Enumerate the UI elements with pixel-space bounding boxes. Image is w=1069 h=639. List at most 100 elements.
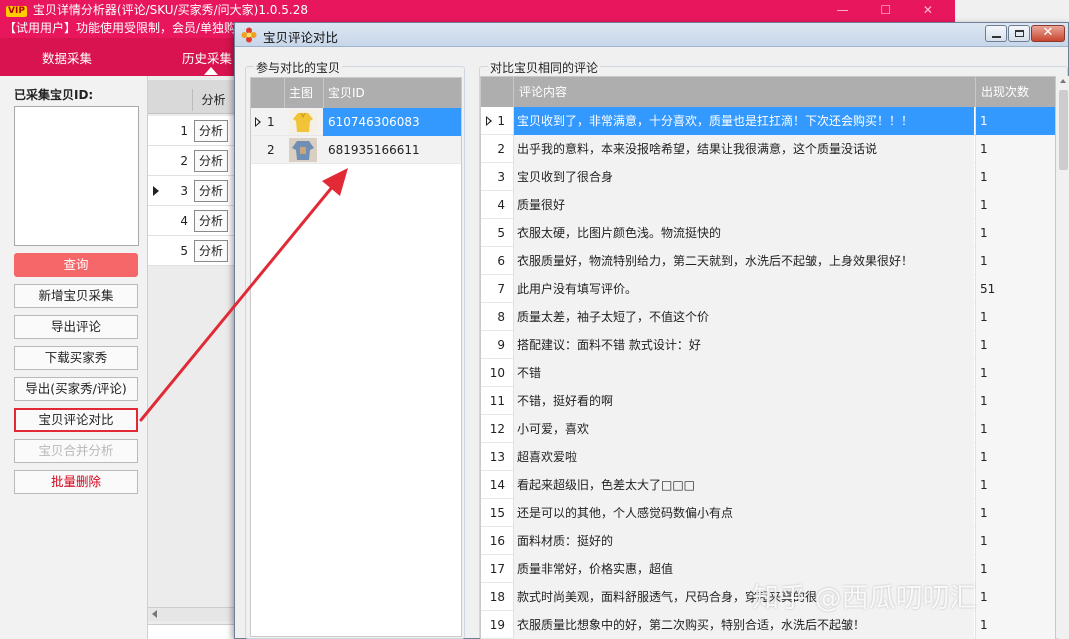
row-number-cell: 18: [481, 583, 511, 611]
export-comments-button[interactable]: 导出评论: [14, 315, 138, 339]
comment-text: 质量很好: [513, 191, 974, 219]
table-row[interactable]: 16 面料材质：挺好的 1: [481, 527, 1055, 555]
row-number: 2: [497, 142, 505, 156]
table-row[interactable]: 9 搭配建议：面料不错 款式设计：好 1: [481, 331, 1055, 359]
row-number: 13: [489, 450, 505, 464]
minimize-button[interactable]: [985, 25, 1007, 42]
compare-comments-button[interactable]: 宝贝评论对比: [14, 408, 138, 432]
column-header-comment[interactable]: 评论内容: [513, 77, 975, 107]
table-row[interactable]: 2 出乎我的意料，本来没报啥希望，结果让我很满意，这个质量没话说 1: [481, 135, 1055, 163]
table-row[interactable]: 19 衣服质量比想象中的好，第二次购买，特别合适，水洗后不起皱！ 1: [481, 611, 1055, 639]
row-number: 8: [497, 310, 505, 324]
row-number-cell: 15: [481, 499, 511, 527]
table-row[interactable]: 5 分析: [148, 236, 234, 266]
column-header-count[interactable]: 出现次数: [975, 77, 1055, 107]
table-row[interactable]: 4 分析: [148, 206, 234, 236]
row-number-cell: 6: [481, 247, 511, 275]
analyze-button[interactable]: 分析: [194, 180, 228, 202]
comment-text: 面料材质：挺好的: [513, 527, 974, 555]
common-comments-title: 对比宝贝相同的评论: [488, 59, 601, 76]
batch-delete-button[interactable]: 批量删除: [14, 470, 138, 494]
query-button[interactable]: 查询: [14, 253, 138, 277]
column-header-image[interactable]: 主图: [284, 78, 323, 108]
maximize-button[interactable]: [1008, 25, 1030, 42]
analyze-button[interactable]: 分析: [194, 240, 228, 262]
table-row[interactable]: 3 宝贝收到了很合身 1: [481, 163, 1055, 191]
row-number-cell: 1: [481, 107, 511, 135]
row-number-cell: 19: [481, 611, 511, 639]
table-row[interactable]: 6 衣服质量好，物流特别给力，第二天就到，水洗后不起皱，上身效果很好！ 1: [481, 247, 1055, 275]
comment-text: 不错，挺好看的啊: [513, 387, 974, 415]
scroll-up-icon[interactable]: [1060, 79, 1066, 83]
comment-text: 不错: [513, 359, 974, 387]
row-number-cell: 17: [481, 555, 511, 583]
table-row[interactable]: 13 超喜欢爱啦 1: [481, 443, 1055, 471]
table-row[interactable]: 8 质量太差，袖子太短了，不值这个价 1: [481, 303, 1055, 331]
close-button[interactable]: ✕: [1031, 25, 1065, 42]
table-row[interactable]: 12 小可爱，喜欢 1: [481, 415, 1055, 443]
tab-data-collect[interactable]: 数据采集: [42, 48, 92, 67]
row-number: 11: [489, 394, 505, 408]
merge-analysis-button[interactable]: 宝贝合并分析: [14, 439, 138, 463]
row-number-cell: 3: [481, 163, 511, 191]
comment-text: 搭配建议：面料不错 款式设计：好: [513, 331, 974, 359]
product-thumbnail: [289, 110, 317, 134]
comment-text: 衣服质量好，物流特别给力，第二天就到，水洗后不起皱，上身效果很好！: [513, 247, 974, 275]
occurrence-count: 1: [975, 359, 1055, 387]
table-row[interactable]: 1 分析: [148, 116, 234, 146]
row-number: 5: [497, 226, 505, 240]
table-row[interactable]: 5 衣服太硬，比图片颜色浅。物流挺快的 1: [481, 219, 1055, 247]
scroll-left-icon[interactable]: [152, 610, 157, 618]
row-number: 5: [180, 244, 188, 258]
history-grid-header: 分析: [148, 80, 234, 114]
vip-badge: VIP: [6, 6, 27, 17]
column-header-product-id[interactable]: 宝贝ID: [323, 78, 461, 108]
row-number: 1: [180, 124, 188, 138]
analyze-button[interactable]: 分析: [194, 150, 228, 172]
download-buyer-show-button[interactable]: 下载买家秀: [14, 346, 138, 370]
table-row[interactable]: 14 看起来超级旧，色差太大了□□□ 1: [481, 471, 1055, 499]
analyze-button[interactable]: 分析: [194, 210, 228, 232]
row-number: 9: [497, 338, 505, 352]
column-header-analyze[interactable]: 分析: [192, 89, 234, 111]
row-number: 15: [489, 506, 505, 520]
row-number: 2: [180, 154, 188, 168]
table-row[interactable]: 10 不错 1: [481, 359, 1055, 387]
analyze-button[interactable]: 分析: [194, 120, 228, 142]
new-collect-button[interactable]: 新增宝贝采集: [14, 284, 138, 308]
table-row[interactable]: 11 不错，挺好看的啊 1: [481, 387, 1055, 415]
horizontal-scrollbar[interactable]: [148, 607, 234, 621]
table-row[interactable]: 2 分析: [148, 146, 234, 176]
comment-text: 看起来超级旧，色差太大了□□□: [513, 471, 974, 499]
main-window-title: 宝贝详情分析器(评论/SKU/买家秀/问大家)1.0.5.28: [32, 3, 308, 17]
current-row-icon: [255, 117, 261, 127]
table-row[interactable]: 15 还是可以的其他，个人感觉码数偏小有点 1: [481, 499, 1055, 527]
table-row[interactable]: 2 681935166611: [251, 136, 461, 164]
row-number-cell: 2: [481, 135, 511, 163]
bottom-input[interactable]: [148, 624, 234, 639]
main-window-controls[interactable]: — ☐ ✕: [837, 0, 947, 20]
export-show-comments-button[interactable]: 导出(买家秀/评论): [14, 377, 138, 401]
row-number-cell: 12: [481, 415, 511, 443]
row-number: 1: [497, 114, 505, 128]
collected-ids-textarea[interactable]: [14, 106, 139, 246]
dialog-title-bar[interactable]: 宝贝评论对比 ✕: [235, 23, 1068, 47]
row-number: 2: [267, 143, 275, 157]
dialog-title: 宝贝评论对比: [263, 30, 339, 45]
table-row[interactable]: 3 分析: [148, 176, 234, 206]
vertical-scrollbar[interactable]: [1058, 76, 1069, 639]
row-number: 14: [489, 478, 505, 492]
table-row[interactable]: 4 质量很好 1: [481, 191, 1055, 219]
products-grid-header: 主图 宝贝ID: [251, 78, 461, 108]
table-row[interactable]: 1 610746306083: [251, 108, 461, 136]
table-row[interactable]: 1 宝贝收到了，非常满意，十分喜欢，质量也是扛扛滴！下次还会购买！！！ 1: [481, 107, 1055, 135]
row-number-cell: 7: [481, 275, 511, 303]
row-number: 18: [489, 590, 505, 604]
scrollbar-thumb[interactable]: [1059, 90, 1068, 170]
table-row[interactable]: 7 此用户没有填写评价。 51: [481, 275, 1055, 303]
tab-history-collect[interactable]: 历史采集: [182, 48, 232, 67]
comment-text: 衣服质量比想象中的好，第二次购买，特别合适，水洗后不起皱！: [513, 611, 974, 639]
occurrence-count: 1: [975, 191, 1055, 219]
comment-text: 此用户没有填写评价。: [513, 275, 974, 303]
occurrence-count: 1: [975, 527, 1055, 555]
